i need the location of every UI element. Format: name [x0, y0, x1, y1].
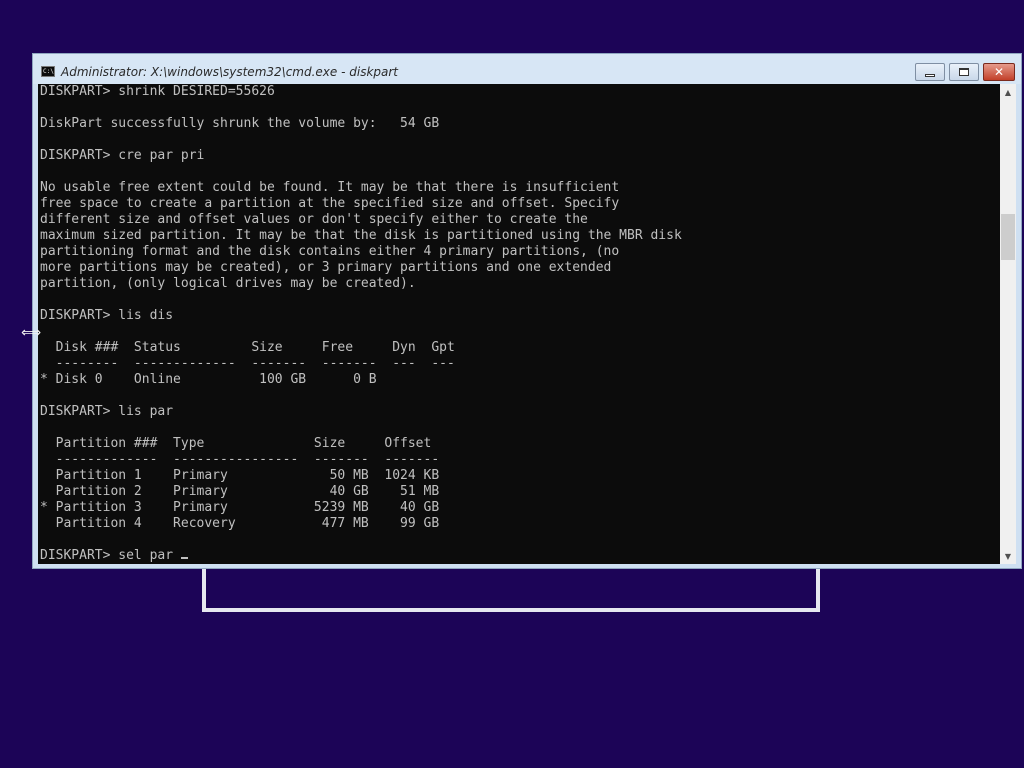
text-cursor — [180, 557, 188, 559]
console-line: Partition ### Type Size Offset — [40, 436, 432, 451]
scroll-up-arrow-icon[interactable]: ▲ — [1000, 84, 1016, 100]
console-prompt-line[interactable]: DISKPART> sel par — [40, 548, 1000, 564]
minimize-button[interactable] — [915, 63, 945, 81]
console-line: Partition 1 Primary 50 MB 1024 KB — [40, 468, 440, 483]
console-line: maximum sized partition. It may be that … — [40, 228, 682, 243]
console-line: different size and offset values or don'… — [40, 212, 588, 227]
close-button[interactable]: ✕ — [983, 63, 1015, 81]
console-line: No usable free extent could be found. It… — [40, 180, 620, 195]
console-line: Partition 4 Recovery 477 MB 99 GB — [40, 516, 440, 531]
console-output[interactable]: DISKPART> shrink DESIRED=55626 DiskPart … — [38, 84, 1000, 564]
resize-cursor-icon: ⟺ — [21, 325, 42, 341]
close-icon: ✕ — [993, 65, 1005, 79]
console-line: ------------- ---------------- ------- -… — [40, 452, 440, 467]
prompt-text: DISKPART> sel par — [40, 548, 181, 563]
console-line: DISKPART> shrink DESIRED=55626 — [40, 84, 275, 99]
minimize-icon — [925, 73, 935, 77]
console-line: * Disk 0 Online 100 GB 0 B — [40, 372, 377, 387]
console-line: partitioning format and the disk contain… — [40, 244, 620, 259]
maximize-icon — [959, 68, 969, 76]
console-line: DISKPART> lis dis — [40, 308, 174, 323]
cmd-app-icon: C:\ — [41, 66, 55, 77]
console-line: DISKPART> lis par — [40, 404, 174, 419]
console-line: DiskPart successfully shrunk the volume … — [40, 116, 440, 131]
vertical-scrollbar[interactable]: ▲ ▼ — [1000, 84, 1016, 564]
console-line: Partition 2 Primary 40 GB 51 MB — [40, 484, 440, 499]
console-line: partition, (only logical drives may be c… — [40, 276, 416, 291]
console-line: -------- ------------- ------- ------- -… — [40, 356, 455, 371]
scroll-down-arrow-icon[interactable]: ▼ — [1000, 548, 1016, 564]
console-line: DISKPART> cre par pri — [40, 148, 205, 163]
console-text: DISKPART> shrink DESIRED=55626 DiskPart … — [38, 84, 1000, 564]
cmd-window[interactable]: C:\ Administrator: X:\windows\system32\c… — [32, 53, 1022, 569]
maximize-button[interactable] — [949, 63, 979, 81]
console-line: Disk ### Status Size Free Dyn Gpt — [40, 340, 455, 355]
console-line: more partitions may be created), or 3 pr… — [40, 260, 612, 275]
console-line: free space to create a partition at the … — [40, 196, 620, 211]
title-bar[interactable]: C:\ Administrator: X:\windows\system32\c… — [33, 54, 1021, 84]
window-title: Administrator: X:\windows\system32\cmd.e… — [61, 65, 399, 79]
console-line: * Partition 3 Primary 5239 MB 40 GB — [40, 500, 440, 515]
scroll-thumb[interactable] — [1001, 214, 1015, 260]
